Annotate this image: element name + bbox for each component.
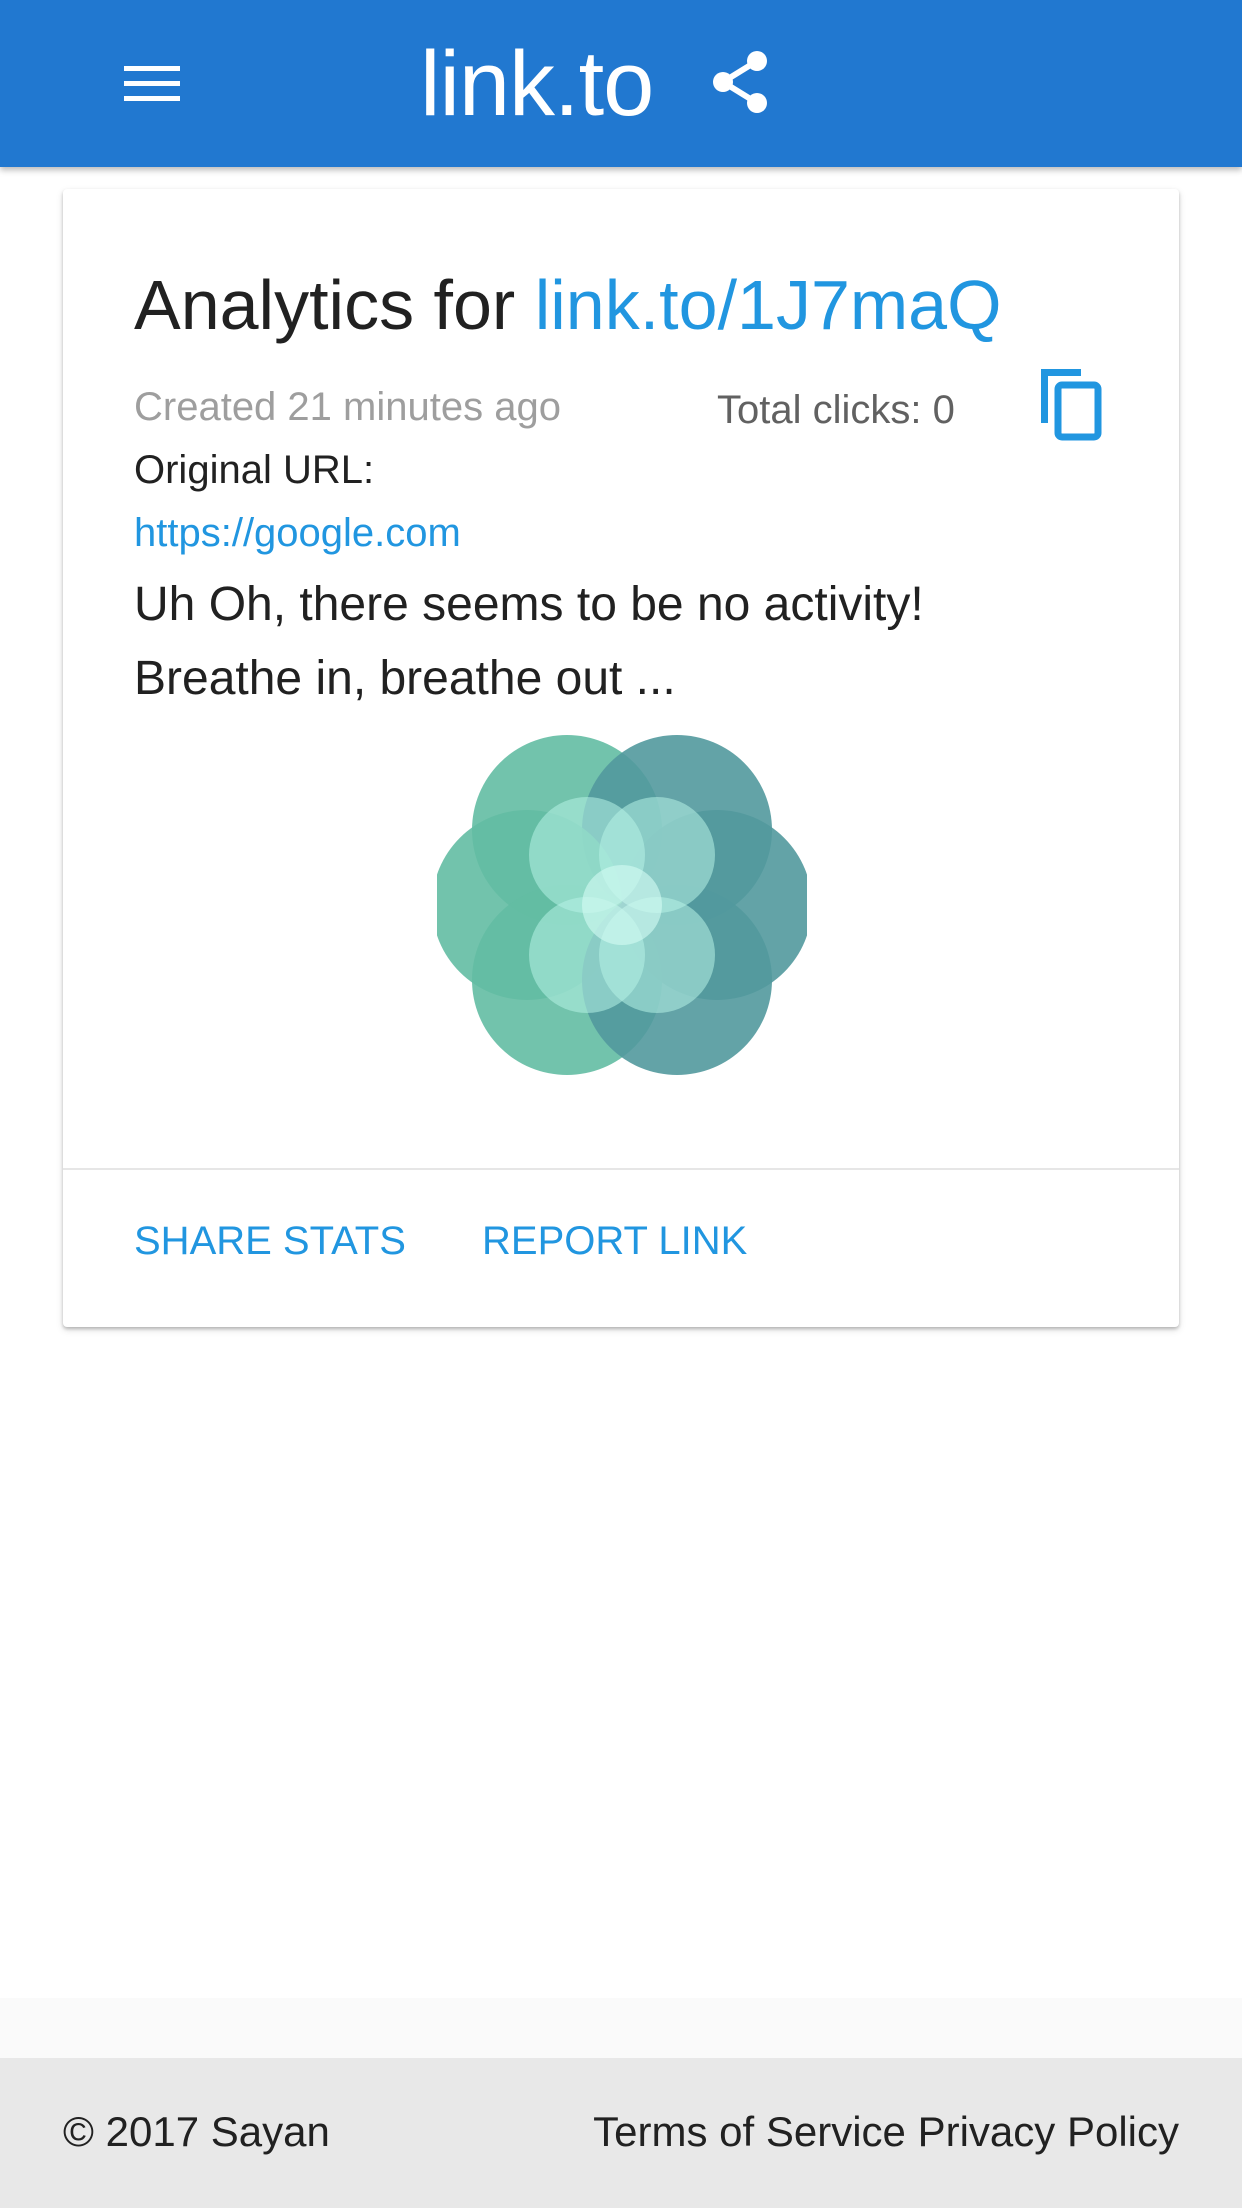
- copyright-text: © 2017 Sayan: [63, 2108, 330, 2155]
- menu-icon: [124, 66, 180, 101]
- short-link[interactable]: link.to/1J7maQ: [535, 266, 1002, 344]
- share-stats-button[interactable]: SHARE STATS: [134, 1219, 406, 1264]
- share-icon: [713, 51, 767, 113]
- breathing-flower-illustration: [437, 735, 807, 1075]
- privacy-policy-link[interactable]: Privacy Policy: [918, 2108, 1179, 2155]
- card-title-prefix: Analytics for: [134, 266, 516, 344]
- copy-button[interactable]: [1035, 367, 1105, 443]
- footer: © 2017 Sayan Terms of Service Privacy Po…: [0, 2058, 1242, 2208]
- analytics-card: Analytics for link.to/1J7maQ Created 21 …: [63, 189, 1179, 1327]
- empty-message: Uh Oh, there seems to be no activity!: [134, 578, 924, 631]
- card-title: Analytics for link.to/1J7maQ: [134, 263, 1002, 347]
- app-title: link.to: [420, 33, 654, 135]
- card-divider: [63, 1168, 1179, 1170]
- app-bar: link.to: [0, 0, 1242, 167]
- total-clicks: Total clicks: 0: [717, 388, 955, 432]
- copy-icon: [1041, 369, 1102, 441]
- footer-spacer: [0, 1998, 1242, 2058]
- original-url-label: Original URL:: [134, 448, 375, 492]
- menu-button[interactable]: [108, 50, 196, 118]
- share-button[interactable]: [700, 42, 780, 122]
- empty-submessage: Breathe in, breathe out ...: [134, 652, 676, 705]
- original-url-link[interactable]: https://google.com: [134, 511, 461, 556]
- report-link-button[interactable]: REPORT LINK: [482, 1219, 747, 1264]
- footer-links: Terms of Service Privacy Policy: [593, 2108, 1179, 2156]
- terms-of-service-link[interactable]: Terms of Service: [593, 2108, 906, 2155]
- created-time: Created 21 minutes ago: [134, 385, 561, 429]
